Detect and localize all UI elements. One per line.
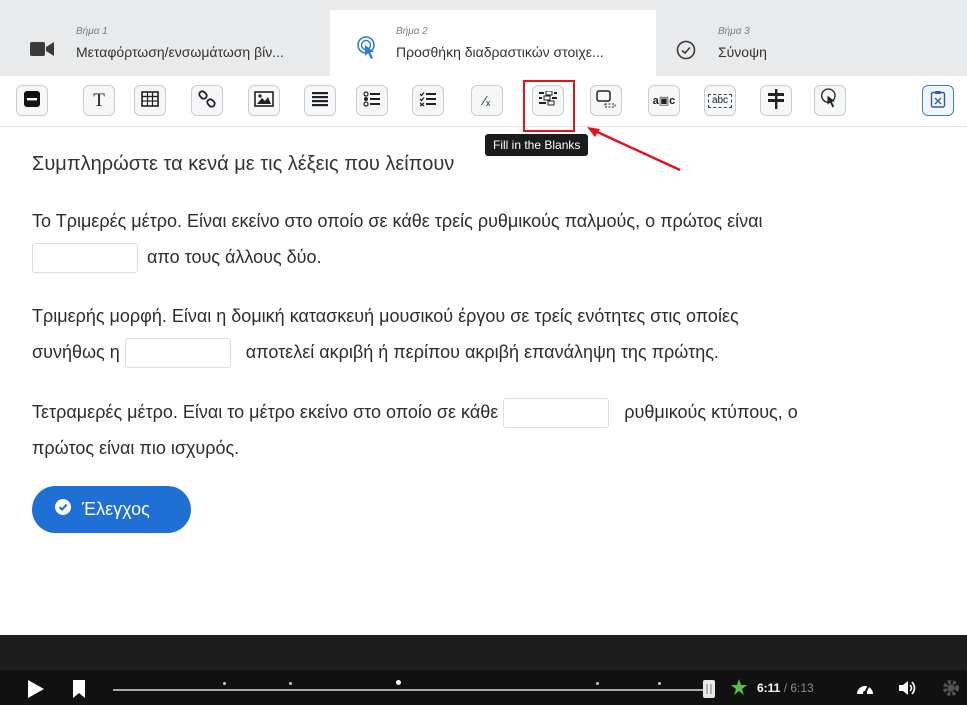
paragraph-2: Τριμερής μορφή. Είναι η δομική κατασκευή… [32, 298, 962, 370]
clipboard-icon [930, 90, 946, 112]
label-tool-button[interactable] [16, 85, 48, 116]
single-choice-tool-button[interactable] [356, 85, 388, 116]
progress-handle[interactable] [703, 678, 716, 703]
paste-button[interactable] [922, 85, 954, 116]
playback-speed-icon[interactable] [855, 679, 875, 702]
drag-drop-tool-button[interactable] [590, 85, 622, 116]
link-icon [198, 89, 216, 112]
bookmark-icon[interactable] [73, 680, 85, 703]
step-1-number: Βήμα 1 [76, 26, 108, 37]
statements-tool-button[interactable] [304, 85, 336, 116]
question-title: Συμπληρώστε τα κενά με τις λέξεις που λε… [32, 153, 455, 175]
video-player-controls: 6:11 / 6:13 [0, 670, 967, 705]
text-tool-button[interactable]: T [83, 85, 115, 116]
bookmark-marker[interactable] [596, 682, 599, 685]
hotspot-icon [820, 87, 840, 114]
paragraph-3-text-a: Τετραμερές μέτρο. Είναι το μέτρο εκείνο … [32, 402, 499, 422]
step-2-label: Προσθήκη διαδραστικών στοιχε... [396, 44, 604, 60]
list-icon [311, 91, 329, 111]
tool-tooltip: Fill in the Blanks [485, 134, 589, 156]
paragraph-1-text-b: απο τους άλλους δύο. [147, 247, 322, 267]
step-2-number: Βήμα 2 [396, 26, 428, 37]
volume-icon[interactable] [898, 679, 918, 702]
blank-input-3[interactable] [503, 398, 610, 429]
interactive-video-editor: Βήμα 1 Μεταφόρτωση/ενσωμάτωση βίν... Βήμ… [0, 0, 967, 705]
step-3-number: Βήμα 3 [718, 26, 750, 37]
link-tool-button[interactable] [191, 85, 223, 116]
table-icon [141, 90, 159, 111]
drag-drop-icon [596, 89, 616, 112]
image-tool-button[interactable] [248, 85, 280, 116]
check-button[interactable]: Έλεγχος [32, 486, 191, 533]
mark-words-icon: a▣c [652, 95, 676, 107]
paragraph-3: Τετραμερές μέτρο. Είναι το μέτρο εκείνο … [32, 394, 967, 466]
wizard-steps: Βήμα 1 Μεταφόρτωση/ενσωμάτωση βίν... Βήμ… [0, 0, 967, 76]
time-display: 6:11 / 6:13 [757, 681, 814, 695]
paragraph-2-text-c: αποτελεί ακριβή ή περίπου ακριβή επανάλη… [245, 342, 719, 362]
drag-text-icon: abc [707, 93, 733, 108]
blank-input-1[interactable] [32, 243, 138, 274]
drag-text-tool-button[interactable]: abc [704, 85, 736, 116]
video-camera-icon [30, 41, 54, 62]
current-time: 6:11 [757, 681, 781, 695]
gear-icon[interactable] [942, 679, 960, 702]
fill-blanks-question: Συμπληρώστε τα κενά με τις λέξεις που λε… [0, 127, 967, 635]
fraction-icon: ⁄ₓ [483, 93, 491, 108]
star-marker-icon [731, 679, 747, 700]
true-false-tool-button[interactable]: ⁄ₓ [471, 85, 503, 116]
video-area [0, 635, 967, 670]
image-icon [254, 90, 274, 111]
paragraph-1: Το Τριμερές μέτρο. Είναι εκείνο στο οποί… [32, 203, 962, 275]
crossroads-tool-button[interactable] [760, 85, 792, 116]
tool-highlight-box [523, 80, 575, 132]
signpost-icon [766, 88, 786, 113]
table-tool-button[interactable] [134, 85, 166, 116]
step-2[interactable]: Βήμα 2 Προσθήκη διαδραστικών στοιχε... [330, 10, 656, 76]
step-1-label: Μεταφόρτωση/ενσωμάτωση βίν... [76, 44, 284, 60]
checklist-icon [419, 91, 437, 111]
multiple-choice-tool-button[interactable] [412, 85, 444, 116]
paragraph-3-text-b: ρυθμικούς κτύπους, ο [624, 402, 798, 422]
check-circle-icon [676, 40, 696, 65]
step-1[interactable]: Βήμα 1 Μεταφόρτωση/ενσωμάτωση βίν... [0, 10, 330, 76]
progress-track[interactable] [113, 689, 711, 691]
paragraph-1-text-a: Το Τριμερές μέτρο. Είναι εκείνο στο οποί… [32, 211, 763, 231]
navigation-hotspot-tool-button[interactable] [814, 85, 846, 116]
blank-input-2[interactable] [124, 338, 231, 369]
minus-box-icon [23, 90, 41, 112]
interactions-toolbar: T ⁄ₓ a▣c abc [0, 76, 967, 127]
mark-words-tool-button[interactable]: a▣c [648, 85, 680, 116]
interaction-marker[interactable] [396, 680, 401, 685]
step-3-label: Σύνοψη [718, 44, 767, 60]
step-3[interactable]: Βήμα 3 Σύνοψη [656, 10, 967, 76]
play-icon[interactable] [27, 680, 45, 703]
check-circle-filled-icon [54, 498, 72, 521]
bookmark-marker[interactable] [289, 682, 292, 685]
paragraph-3-text-c: πρώτος είναι πιο ισχυρός. [32, 438, 240, 458]
check-button-label: Έλεγχος [82, 499, 150, 519]
total-time: 6:13 [790, 681, 814, 695]
paragraph-2-text-a: Τριμερής μορφή. Είναι η δομική κατασκευή… [32, 306, 739, 326]
time-separator: / [780, 681, 791, 695]
touch-pointer-icon [356, 36, 380, 67]
bookmark-marker[interactable] [658, 682, 661, 685]
radio-list-icon [363, 90, 381, 111]
paragraph-2-text-b: συνήθως η [32, 342, 120, 362]
bookmark-marker[interactable] [223, 682, 226, 685]
text-icon: T [93, 89, 105, 111]
annotation-arrow [587, 127, 681, 172]
